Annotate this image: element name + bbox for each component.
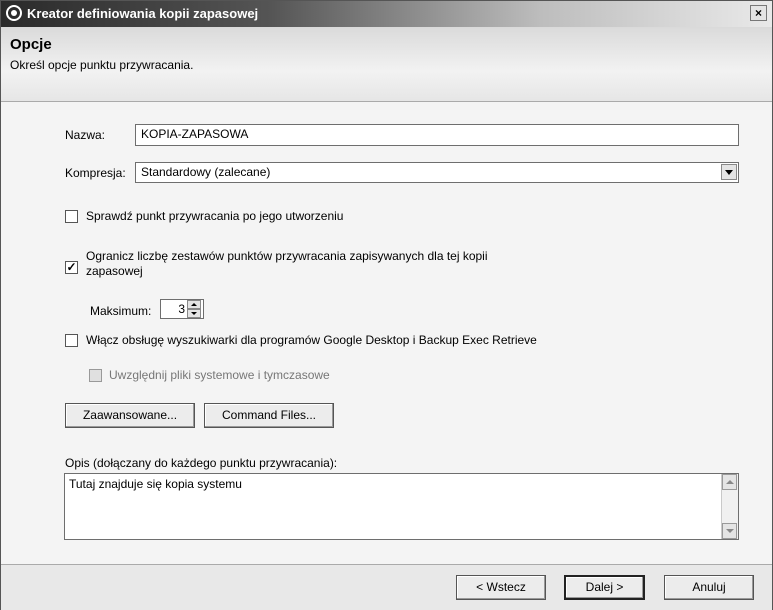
search-label: Włącz obsługę wyszukiwarki dla programów… [86,333,537,347]
verify-checkbox[interactable] [65,210,78,223]
description-scrollbar[interactable] [721,474,738,539]
name-label: Nazwa: [65,128,106,142]
spin-down-icon[interactable] [187,309,201,318]
compression-select[interactable]: Standardowy (zalecane) [135,162,739,183]
description-field[interactable]: Tutaj znajduje się kopia systemu [64,473,739,540]
description-label: Opis (dołączany do każdego punktu przywr… [65,456,338,470]
name-field[interactable]: KOPIA-ZAPASOWA [135,124,739,146]
maximum-value: 3 [178,302,185,316]
include-files-checkbox [89,369,102,382]
options-panel: Nazwa: KOPIA-ZAPASOWA Kompresja: Standar… [1,102,772,564]
title-bar: Kreator definiowania kopii zapasowej × [1,1,772,27]
maximum-stepper[interactable]: 3 [160,299,204,319]
description-text: Tutaj znajduje się kopia systemu [69,477,242,491]
page-subtitle: Określ opcje punktu przywracania. [10,58,194,72]
page-title: Opcje [10,36,52,53]
close-button[interactable]: × [750,5,767,21]
scroll-up-icon[interactable] [722,474,737,490]
next-button[interactable]: Dalej > [564,575,645,600]
limit-label-line1: Ogranicz liczbę zestawów punktów przywra… [86,249,488,263]
wizard-footer: < Wstecz Dalej > Anuluj [1,564,772,610]
backup-app-icon [6,5,22,21]
limit-label-line2: zapasowej [86,264,143,278]
back-button[interactable]: < Wstecz [456,575,546,600]
command-files-button[interactable]: Command Files... [204,403,334,428]
compression-label: Kompresja: [65,166,126,180]
advanced-button[interactable]: Zaawansowane... [65,403,195,428]
maximum-label: Maksimum: [90,304,152,318]
spin-up-icon[interactable] [187,300,201,309]
compression-value: Standardowy (zalecane) [141,165,271,179]
scroll-down-icon[interactable] [722,523,737,539]
wizard-header: Opcje Określ opcje punktu przywracania. [1,27,772,102]
window-title: Kreator definiowania kopii zapasowej [27,6,259,21]
wizard-window: Kreator definiowania kopii zapasowej × O… [0,0,773,610]
search-checkbox[interactable] [65,334,78,347]
cancel-button[interactable]: Anuluj [664,575,754,600]
chevron-down-icon[interactable] [721,164,737,180]
verify-label: Sprawdź punkt przywracania po jego utwor… [86,209,344,223]
limit-checkbox[interactable]: ✓ [65,261,78,274]
include-files-label: Uwzględnij pliki systemowe i tymczasowe [109,368,330,382]
